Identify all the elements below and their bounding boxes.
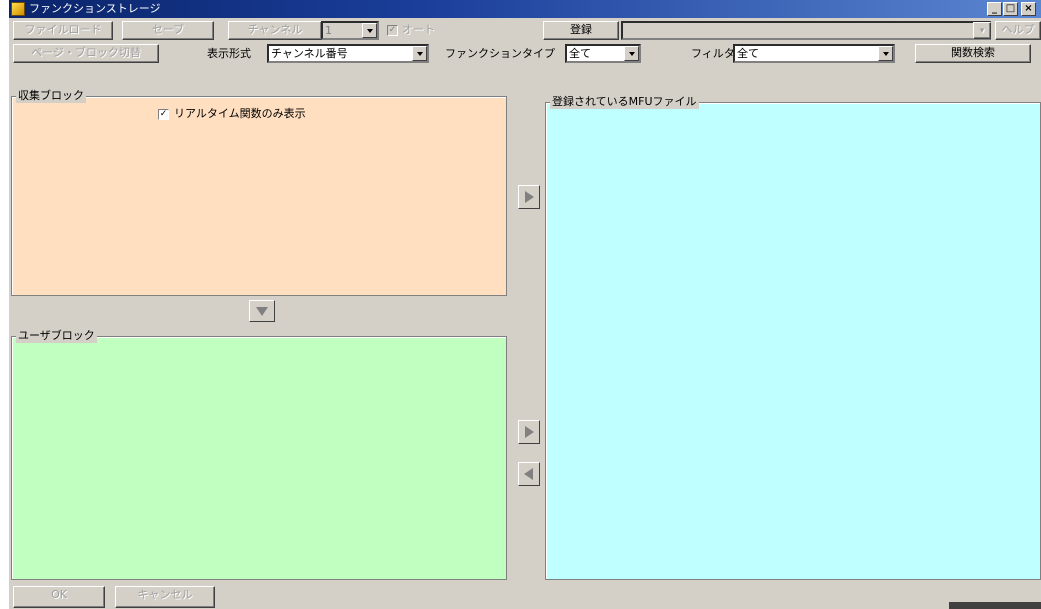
file-load-button[interactable]: ファイルロード (13, 21, 113, 40)
display-format-label: 表示形式 (207, 47, 251, 60)
chevron-down-icon[interactable] (878, 46, 893, 61)
cancel-button[interactable]: キャンセル (115, 586, 215, 608)
arrow-right-icon (525, 426, 534, 438)
mfu-files-panel[interactable]: 登録されているMFUファイル (545, 95, 1041, 580)
filter-label: フィルタ (691, 47, 735, 60)
move-down-button[interactable] (249, 300, 275, 322)
chevron-down-icon[interactable] (362, 23, 377, 38)
auto-label: オート (402, 23, 435, 36)
register-dropdown-button[interactable]: ▾ (973, 22, 991, 39)
help-button[interactable]: ヘルプ (995, 21, 1041, 40)
return-left-button[interactable] (518, 462, 540, 486)
transfer-right-button[interactable] (518, 185, 540, 209)
collect-block-legend: 収集ブロック (16, 89, 86, 103)
app-window: ファンクションストレージ _ □ × ファイルロード セーブ チャンネル 1 ✓… (9, 0, 1041, 609)
function-type-select[interactable]: 全て (565, 44, 641, 63)
channel-value: 1 (325, 24, 332, 37)
close-button[interactable]: × (1021, 2, 1036, 16)
chevron-down-icon[interactable] (624, 46, 639, 61)
display-format-value: チャンネル番号 (271, 47, 348, 60)
realtime-only-label: リアルタイム関数のみ表示 (174, 107, 306, 120)
auto-checkbox[interactable]: ✓ (387, 25, 398, 36)
save-button[interactable]: セーブ (122, 21, 214, 40)
maximize-button[interactable]: □ (1003, 2, 1018, 16)
app-icon (11, 2, 25, 16)
filter-value: 全て (737, 47, 759, 60)
user-block-panel[interactable]: ユーザブロック (11, 329, 507, 580)
function-type-label: ファンクションタイプ (445, 47, 555, 60)
channel-select[interactable]: 1 (321, 21, 379, 40)
arrow-left-icon (524, 468, 533, 480)
register-button[interactable]: 登録 (543, 21, 619, 40)
register-field[interactable] (621, 21, 991, 40)
ok-button[interactable]: OK (13, 586, 105, 608)
page-block-switch-button[interactable]: ページ・ブロック切替 (13, 44, 159, 63)
function-search-button[interactable]: 関数検索 (915, 44, 1031, 63)
realtime-only-checkbox[interactable]: ✓ (158, 109, 169, 120)
arrow-down-icon (256, 307, 268, 316)
filter-select[interactable]: 全て (733, 44, 895, 63)
window-title: ファンクションストレージ (29, 2, 161, 15)
register-right-button[interactable] (518, 420, 540, 444)
function-type-value: 全て (569, 47, 591, 60)
status-indicator (949, 602, 1041, 609)
mfu-files-legend: 登録されているMFUファイル (550, 95, 699, 109)
minimize-button[interactable]: _ (987, 2, 1002, 16)
channel-button[interactable]: チャンネル (228, 21, 322, 40)
display-format-select[interactable]: チャンネル番号 (267, 44, 429, 63)
title-bar[interactable]: ファンクションストレージ _ □ × (9, 0, 1041, 18)
arrow-right-icon (525, 191, 534, 203)
chevron-down-icon[interactable] (412, 46, 427, 61)
user-block-legend: ユーザブロック (16, 329, 97, 343)
collect-block-panel[interactable]: 収集ブロック ✓ リアルタイム関数のみ表示 (11, 89, 507, 296)
